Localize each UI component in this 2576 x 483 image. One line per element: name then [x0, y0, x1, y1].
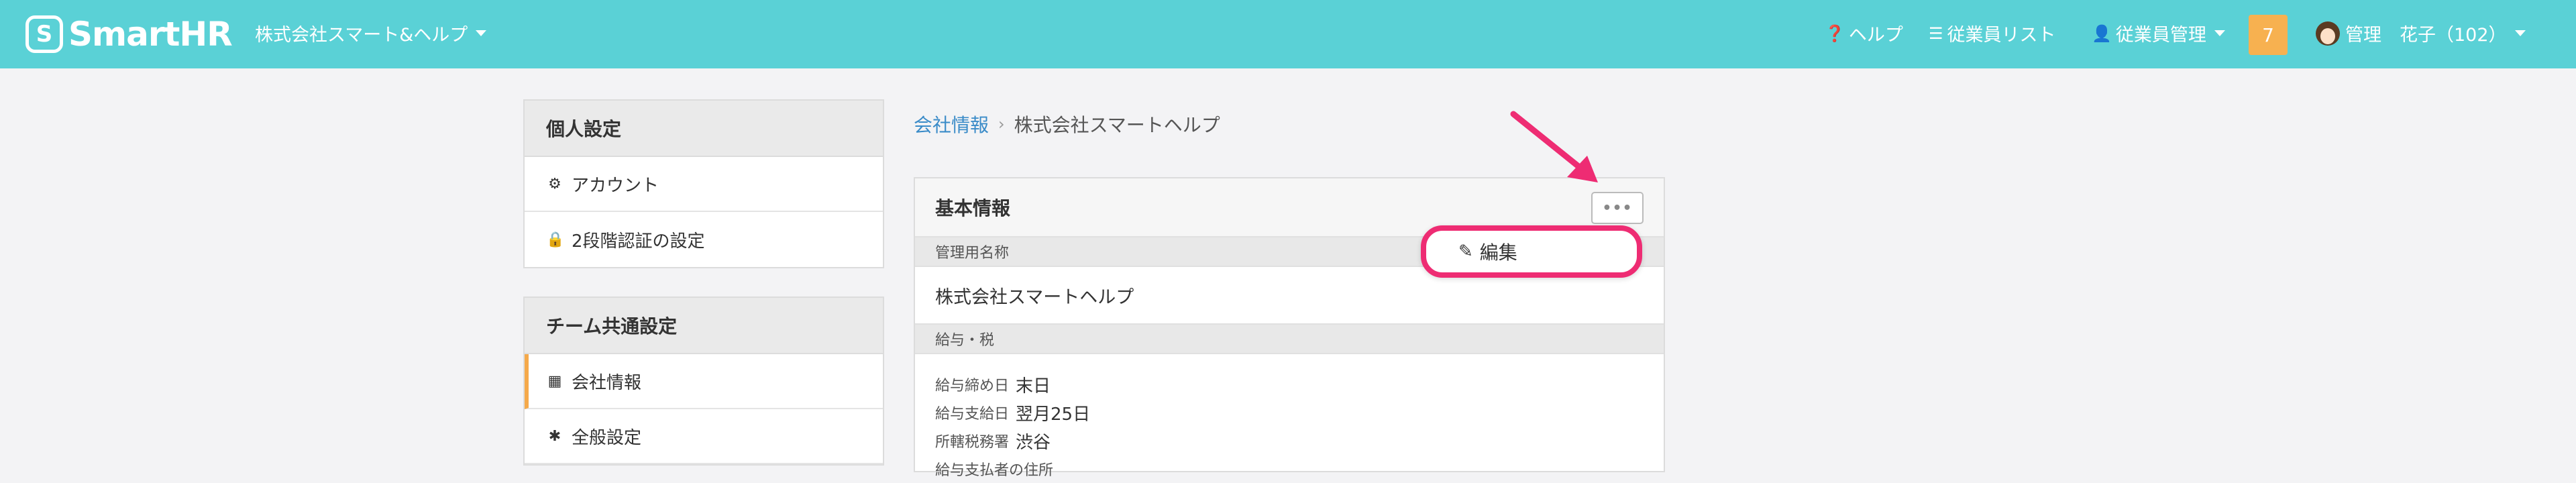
logo-text: SmartHR [68, 15, 233, 54]
field-key: 給与支給日 [935, 406, 1010, 423]
sidebar-item-label: 全般設定 [572, 427, 642, 448]
field-key: 給与支払者の住所 [935, 462, 1054, 479]
logo-mark-icon: S [25, 15, 63, 53]
payroll-details: 給与締め日 末日 給与支給日 翌月25日 所轄税務署 渋谷 給与支払者の住所 [915, 354, 1664, 483]
breadcrumb-current: 株式会社スマートヘルプ [1014, 114, 1220, 136]
caret-down-icon [2514, 30, 2526, 36]
question-circle-icon: ❓ [1825, 23, 1845, 43]
building-icon: ▦ [547, 372, 562, 390]
top-header: S SmartHR 株式会社スマート&ヘルプ ❓ ヘルプ ☰ 従業員リスト 👤 … [0, 0, 2576, 68]
basic-info-card: 基本情報 ••• 管理用名称 株式会社スマートヘルプ 給与・税 給与締め日 末日… [914, 177, 1665, 479]
edit-label: 編集 [1479, 241, 1517, 264]
team-settings-title: チーム共通設定 [525, 298, 883, 354]
field-value: 渋谷 [1016, 432, 1051, 453]
employee-mgmt-label: 従業員管理 [2115, 25, 2206, 46]
team-settings-panel: チーム共通設定 ▦ 会社情報 ✱ 全般設定 [523, 297, 884, 466]
avatar [2316, 21, 2340, 46]
more-options-button[interactable]: ••• [1591, 192, 1644, 224]
personal-settings-panel: 個人設定 ⚙ アカウント 🔒 2段階認証の設定 [523, 99, 884, 268]
edit-icon: ✎ [1458, 241, 1473, 262]
caret-down-icon [476, 30, 487, 36]
caret-down-icon [2214, 30, 2225, 36]
field-value: 末日 [1016, 376, 1051, 396]
gear-icon: ⚙ [548, 175, 561, 193]
list-item: 給与支給日 翌月25日 [935, 398, 1644, 427]
employee-mgmt-menu[interactable]: 👤 従業員管理 [2092, 20, 2225, 46]
card-title: 基本情報 [935, 197, 1011, 219]
employee-list-link[interactable]: ☰ 従業員リスト [1929, 20, 2056, 46]
list-item: 給与締め日 末日 [935, 370, 1644, 398]
field-key: 所轄税務署 [935, 434, 1010, 451]
edit-menu-item[interactable]: ✎ 編集 [1421, 225, 1642, 278]
sidebar-item-label: 2段階認証の設定 [572, 231, 705, 252]
smarthr-logo[interactable]: S SmartHR [25, 15, 233, 54]
list-item: 給与支払者の住所 [935, 455, 1644, 483]
sidebar-item-general-settings[interactable]: ✱ 全般設定 [525, 409, 883, 464]
sidebar-item-label: 会社情報 [572, 372, 642, 393]
list-item: 所轄税務署 渋谷 [935, 427, 1644, 455]
chevron-right-icon: › [998, 115, 1005, 133]
user-name: 管理 花子（102） [2345, 25, 2507, 46]
field-key: 給与締め日 [935, 378, 1010, 394]
field-value: 翌月25日 [1016, 404, 1091, 425]
lock-icon: 🔒 [546, 231, 565, 248]
section-label-payroll-tax: 給与・税 [915, 325, 1664, 354]
annotation-arrow-icon [1510, 111, 1598, 182]
list-icon: ☰ [1929, 23, 1943, 43]
personal-settings-title: 個人設定 [525, 101, 883, 157]
sidebar-item-company-info[interactable]: ▦ 会社情報 [525, 354, 883, 409]
sidebar-item-label: アカウント [572, 175, 659, 196]
company-switcher[interactable]: 株式会社スマート&ヘルプ [255, 20, 487, 46]
help-link[interactable]: ❓ ヘルプ [1825, 20, 1903, 46]
user-menu[interactable]: 管理 花子（102） [2316, 20, 2526, 46]
company-name: 株式会社スマート&ヘルプ [255, 25, 468, 46]
breadcrumb-link-company-info[interactable]: 会社情報 [914, 111, 989, 138]
sidebar-item-account[interactable]: ⚙ アカウント [525, 157, 883, 212]
breadcrumb: 会社情報 › 株式会社スマートヘルプ [914, 111, 1220, 138]
asterisk-icon: ✱ [548, 427, 561, 445]
user-icon: 👤 [2092, 23, 2112, 43]
help-label: ヘルプ [1848, 25, 1903, 46]
sidebar-item-2fa[interactable]: 🔒 2段階認証の設定 [525, 212, 883, 267]
notification-badge[interactable]: 7 [2249, 15, 2288, 55]
employee-list-label: 従業員リスト [1947, 25, 2056, 46]
